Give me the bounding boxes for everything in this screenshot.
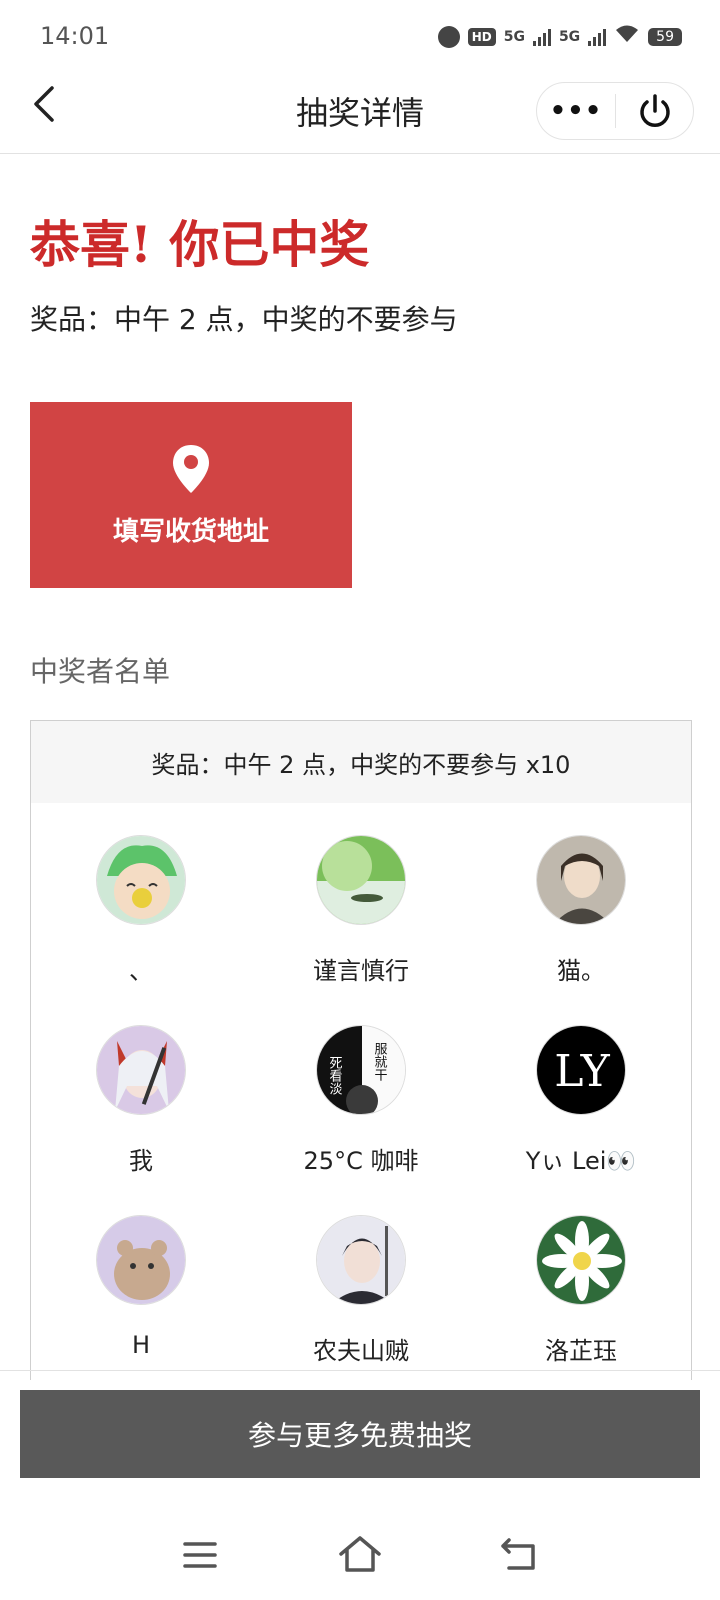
location-pin-icon — [173, 444, 209, 493]
winner-name: Yぃ Lei👀 — [525, 1147, 637, 1175]
status-bar: 14:01 HD 5G 5G 59 — [0, 0, 720, 70]
avatar — [536, 835, 626, 925]
avatar — [96, 1215, 186, 1305]
winner-name: 25°C 咖啡 — [303, 1147, 419, 1175]
avatar — [536, 1215, 626, 1305]
network-type-2: 5G — [558, 28, 581, 45]
power-icon — [639, 94, 670, 127]
signal-icon-2 — [588, 28, 607, 46]
avatar — [96, 835, 186, 925]
signal-icon-1 — [532, 28, 551, 46]
more-icon: ••• — [549, 96, 603, 126]
avatar: 死看淡 服就干 — [316, 1025, 406, 1115]
winner-item: 、 — [31, 803, 251, 993]
hd-badge: HD — [467, 27, 496, 46]
winner-name: 猫。 — [557, 957, 605, 985]
winner-name: 我 — [129, 1147, 153, 1175]
system-nav-bar — [0, 1530, 720, 1590]
winner-item: 死看淡 服就干 25°C 咖啡 — [251, 993, 471, 1183]
home-button[interactable] — [335, 1530, 385, 1580]
wifi-icon — [614, 24, 640, 49]
menu-button[interactable] — [175, 1530, 225, 1580]
prize-description: 奖品：中午 2 点，中奖的不要参与 — [30, 303, 458, 336]
winners-section-title: 中奖者名单 — [30, 655, 171, 688]
close-button[interactable] — [616, 83, 693, 139]
winner-item: 我 — [31, 993, 251, 1183]
winner-item: 猫。 — [471, 803, 691, 993]
mini-program-capsule: ••• — [536, 82, 694, 140]
status-icons: HD 5G 5G 59 — [437, 24, 682, 49]
home-icon — [339, 1536, 381, 1572]
winner-item: 谨言慎行 — [251, 803, 471, 993]
avatar — [316, 835, 406, 925]
winner-name: H — [131, 1331, 151, 1359]
winner-item: 洛芷珏 — [471, 1183, 691, 1373]
battery-icon: 59 — [648, 27, 682, 46]
network-type-1: 5G — [503, 28, 525, 45]
return-icon — [501, 1538, 535, 1570]
nav-bar: 抽奖详情 ••• — [0, 70, 720, 154]
winner-item: H — [31, 1183, 251, 1373]
more-button[interactable]: ••• — [537, 83, 615, 139]
avatar-text-left: 死看淡 — [327, 1056, 343, 1095]
alarm-icon — [437, 25, 460, 48]
status-time: 14:01 — [40, 22, 110, 50]
winner-item: 农夫山贼 — [251, 1183, 471, 1373]
winner-name: 谨言慎行 — [313, 957, 409, 985]
back-nav-button[interactable] — [495, 1530, 545, 1580]
winners-grid: 、 谨言慎行 猫。 我 死看淡 服就干 25°C 咖啡 LY Yぃ Lei👀 H… — [31, 803, 691, 1373]
avatar — [96, 1025, 186, 1115]
winners-list: 奖品：中午 2 点，中奖的不要参与 x10 、 谨言慎行 猫。 我 死看淡 服就… — [30, 720, 692, 1380]
bottom-divider — [0, 1370, 720, 1371]
fill-address-label: 填写收货地址 — [112, 516, 269, 547]
avatar-text-right: 服就干 — [372, 1042, 388, 1081]
winner-name: 洛芷珏 — [545, 1337, 617, 1365]
menu-icon — [183, 1542, 217, 1568]
winner-name: 农夫山贼 — [313, 1337, 409, 1365]
avatar-monogram: LY — [554, 1046, 610, 1097]
fill-address-button[interactable]: 填写收货地址 — [30, 402, 352, 588]
winner-name: 、 — [129, 957, 153, 985]
winners-prize-header: 奖品：中午 2 点，中奖的不要参与 x10 — [31, 721, 691, 803]
join-more-lotteries-button[interactable]: 参与更多免费抽奖 — [20, 1390, 700, 1478]
avatar: LY — [536, 1025, 626, 1115]
winner-item: LY Yぃ Lei👀 — [471, 993, 691, 1183]
avatar — [316, 1215, 406, 1305]
congrats-heading: 恭喜! 你已中奖 — [30, 215, 370, 274]
